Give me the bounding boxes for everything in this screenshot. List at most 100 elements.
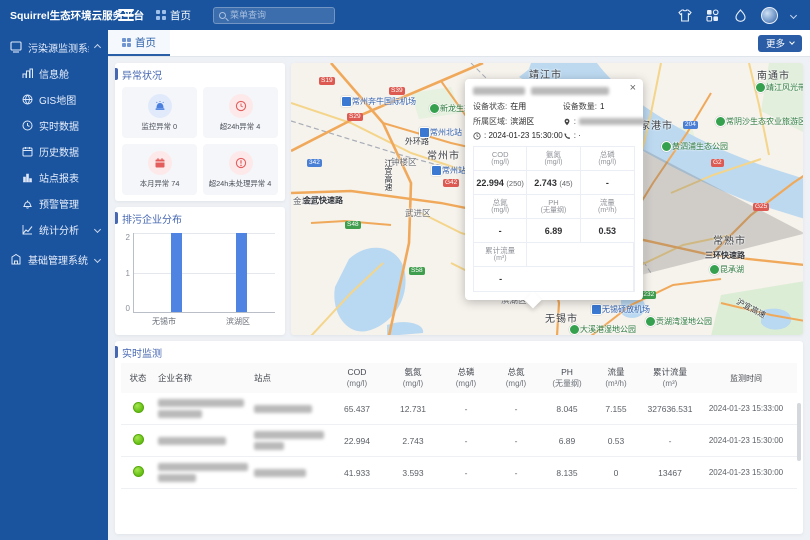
col-nh3n: 氨氮(mg/l) — [385, 367, 441, 389]
site-name-blurred — [251, 404, 329, 414]
bar-binhu[interactable] — [236, 233, 247, 312]
realtime-table: 状态 企业名称 站点 COD(mg/l) 氨氮(mg/l) 总磷(mg/l) 总… — [115, 363, 803, 489]
sidebar-item-info-cabin[interactable]: 信息舱 — [0, 60, 108, 86]
metric-empty — [527, 267, 634, 291]
page: Squirrel生态环境云服务平台 首页 污染源监测系 — [0, 0, 810, 540]
stat-label: 本月异常 74 — [140, 178, 180, 188]
table-row[interactable]: 41.933 3.593 - - 8.135 0 13467 2024-01-2… — [121, 457, 797, 489]
sidebar-item-gis-map[interactable]: GIS地图 — [0, 86, 108, 112]
table-row[interactable]: 22.994 2.743 - - 6.89 0.53 - 2024-01-23 … — [121, 425, 797, 457]
menu-toggle-icon[interactable] — [118, 9, 134, 21]
more-button[interactable]: 更多 — [758, 35, 802, 52]
ph-value: 8.045 — [541, 404, 593, 414]
theme-skin-icon[interactable] — [677, 8, 692, 23]
sidebar-system-basic-label: 基础管理系统 — [28, 252, 89, 267]
table-row[interactable]: 65.437 12.731 - - 8.045 7.155 327636.531… — [121, 393, 797, 425]
device-status-field: 设备状态:在用 — [473, 101, 563, 112]
sidebar-item-history-data[interactable]: 历史数据 — [0, 138, 108, 164]
realtime-panel-title: 实时监测 — [115, 341, 803, 363]
total-flow-value: - — [639, 436, 701, 446]
road-badge: S19 — [319, 77, 335, 85]
metric-value: - — [474, 267, 527, 291]
abnormal-status-panel: 异常状况 监控异常 0 — [115, 63, 285, 201]
road-badge: G25 — [753, 203, 769, 211]
device-count-field: 设备数量:1 — [563, 101, 645, 112]
nh3n-value: 12.731 — [385, 404, 441, 414]
road-badge: 204 — [683, 121, 698, 129]
road-badge: S58 — [409, 267, 425, 275]
status-dot-green — [133, 402, 144, 413]
monitor-time: 2024-01-23 15:30:00 — [701, 436, 791, 445]
topbar: Squirrel生态环境云服务平台 首页 — [0, 0, 810, 30]
col-tn: 总氮(mg/l) — [491, 367, 541, 389]
tn-value: - — [491, 468, 541, 478]
sidebar-item-statistics[interactable]: 统计分析 — [0, 216, 108, 242]
sidebar-item-label: 预警管理 — [39, 196, 100, 211]
col-ph: PH(无量纲) — [541, 367, 593, 389]
more-button-label: 更多 — [766, 36, 785, 50]
site-name-blurred — [251, 468, 329, 478]
exclamation-circle-icon — [229, 151, 253, 175]
expand-icon — [94, 255, 101, 262]
sidebar-system-basic[interactable]: 基础管理系统 — [0, 246, 108, 272]
metric-value: 6.89 — [527, 219, 580, 243]
stat-card-over24h-unhandled[interactable]: 超24h未处理异常 4 — [203, 144, 278, 195]
y-axis: 2 1 0 — [121, 233, 133, 325]
bar-wuxi[interactable] — [171, 233, 182, 312]
metric-header: 氨氮(mg/l) — [527, 147, 580, 171]
monitor-time: 2024-01-23 15:33:00 — [701, 404, 791, 413]
realtime-panel: 实时监测 状态 企业名称 站点 COD(mg/l) 氨氮(mg/l) 总磷(mg… — [115, 341, 803, 534]
gis-map[interactable]: 靖江市南通市张家港市常州市常熟市无锡市钟楼区武进区金坛区滨湖区外环路江宜高速金武… — [291, 63, 803, 335]
tab-home-label: 首页 — [135, 35, 156, 50]
nh3n-value: 2.743 — [385, 436, 441, 446]
metric-value: 2.743 (45) — [527, 171, 580, 195]
road-badge: G2 — [711, 159, 724, 167]
popup-close-icon[interactable]: × — [630, 83, 636, 94]
stat-card-month-abnormal[interactable]: 本月异常 74 — [122, 144, 197, 195]
clock-alert-icon — [229, 94, 253, 118]
sidebar-system-pollution[interactable]: 污染源监测系统 — [0, 34, 108, 60]
stat-card-monitor-abnormal[interactable]: 监控异常 0 — [122, 87, 197, 138]
road-badge: S48 — [345, 221, 361, 229]
stat-card-over24h-abnormal[interactable]: 超24h异常 4 — [203, 87, 278, 138]
more-chevron-icon — [789, 39, 795, 45]
tab-home[interactable]: 首页 — [108, 30, 170, 56]
breadcrumb-home[interactable]: 首页 — [170, 8, 191, 23]
flow-value: 7.155 — [593, 404, 639, 414]
expand-icon — [94, 225, 101, 232]
search-input[interactable] — [230, 10, 329, 20]
metric-value: - — [581, 171, 634, 195]
sidebar-item-label: 站点报表 — [39, 170, 100, 185]
heatmap-flame-icon[interactable] — [733, 8, 748, 23]
sidebar-item-realtime-data[interactable]: 实时数据 — [0, 112, 108, 138]
breadcrumb[interactable]: 首页 — [156, 8, 191, 23]
distribution-panel: 排污企业分布 2 1 0 — [115, 207, 285, 335]
tn-value: - — [491, 404, 541, 414]
user-avatar[interactable] — [761, 7, 778, 24]
abnormal-panel-title: 异常状况 — [115, 63, 285, 85]
metric-header: 流量(m³/h) — [581, 195, 634, 219]
col-status: 状态 — [121, 373, 155, 384]
metric-empty — [527, 243, 634, 267]
road-badge: G42 — [443, 179, 459, 187]
dashboard-content: 异常状况 监控异常 0 — [108, 57, 810, 540]
sidebar-item-alert-management[interactable]: 预警管理 — [0, 190, 108, 216]
bar-chart: 2 1 0 — [115, 229, 285, 329]
table-scrollbar[interactable] — [797, 403, 801, 461]
road-badge: S29 — [347, 113, 363, 121]
nh3n-value: 3.593 — [385, 468, 441, 478]
menu-search[interactable] — [213, 7, 335, 24]
user-menu-chevron-icon[interactable] — [790, 11, 797, 18]
region-field: 所属区域:滨湖区 — [473, 116, 563, 127]
stat-label: 超24h未处理异常 4 — [209, 178, 272, 188]
station-popup: × 设备状态:在用 设备数量:1 所属区域:滨 — [465, 79, 643, 300]
tp-value: - — [441, 436, 491, 446]
col-time: 监测时间 — [701, 373, 791, 384]
sidebar-item-label: 实时数据 — [39, 118, 100, 133]
popup-metrics-table: COD(mg/l) 氨氮(mg/l) 总磷(mg/l) 22.994 (250)… — [473, 146, 635, 292]
monitor-time: 2024-01-23 15:30:00 — [701, 468, 791, 477]
metric-value: - — [474, 219, 527, 243]
multi-screen-icon[interactable] — [705, 8, 720, 23]
total-flow-value: 327636.531 — [639, 404, 701, 414]
sidebar-item-station-report[interactable]: 站点报表 — [0, 164, 108, 190]
